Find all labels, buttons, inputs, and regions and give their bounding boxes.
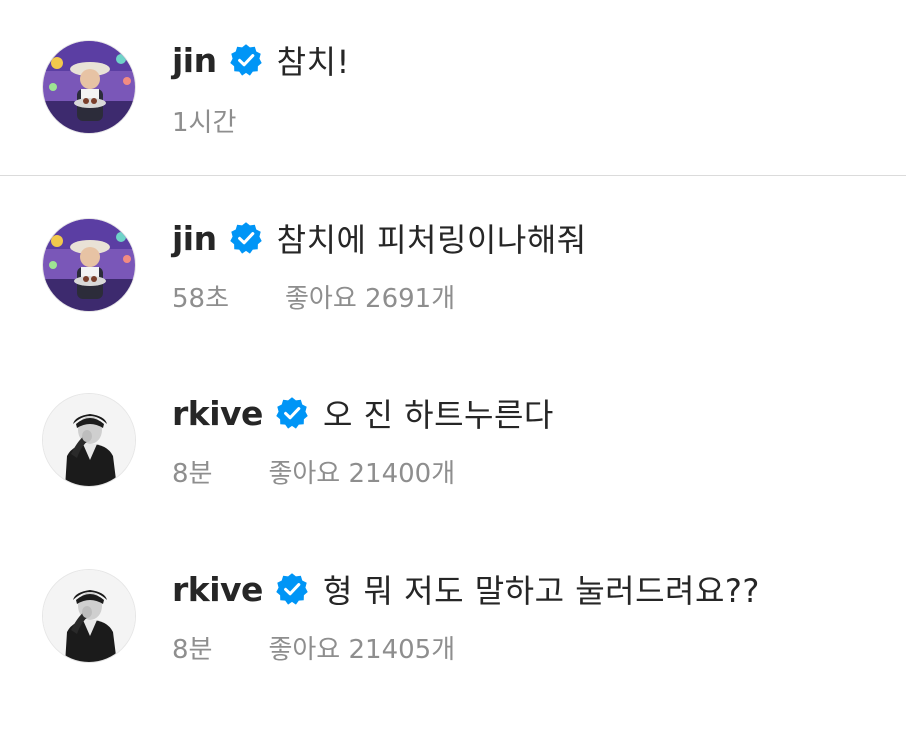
avatar-jin-image (43, 219, 135, 311)
comment-meta: 58초 좋아요 2691개 (172, 276, 455, 316)
comment-text: 오 진 하트누른다 (322, 396, 554, 434)
comment-text: 참치에 피처링이나해줘 (276, 221, 587, 259)
verified-badge-icon (275, 396, 309, 430)
verified-badge-icon (229, 43, 263, 77)
avatar-rkive[interactable] (42, 393, 136, 487)
timestamp[interactable]: 1시간 (172, 102, 236, 139)
avatar-rkive[interactable] (42, 569, 136, 663)
timestamp[interactable]: 58초 (172, 278, 229, 315)
avatar-rkive-image (43, 570, 135, 662)
comment-line: rkive 오 진 하트누른다 (172, 391, 554, 435)
comment-item: jin 참치에 피처링이나해줘 58초 좋아요 2691개 (0, 210, 906, 330)
verified-badge-icon (275, 572, 309, 606)
comment-line: rkive 형 뭐 저도 말하고 눌러드려요?? (172, 567, 760, 611)
post-caption: jin 참치! 1시간 (0, 0, 906, 176)
caption-line: jin 참치! (172, 38, 350, 82)
avatar-jin[interactable] (42, 218, 136, 312)
username[interactable]: rkive (172, 570, 263, 609)
caption-meta: 1시간 (172, 100, 236, 140)
like-count[interactable]: 좋아요 21400개 (268, 453, 455, 490)
username[interactable]: jin (172, 219, 217, 258)
timestamp[interactable]: 8분 (172, 629, 212, 666)
timestamp[interactable]: 8분 (172, 453, 212, 490)
avatar-jin[interactable] (42, 40, 136, 134)
comment-text: 형 뭐 저도 말하고 눌러드려요?? (322, 572, 760, 610)
comment-meta: 8분 좋아요 21405개 (172, 627, 455, 667)
comment-meta: 8분 좋아요 21400개 (172, 451, 455, 491)
verified-badge-icon (229, 221, 263, 255)
comment-item: rkive 형 뭐 저도 말하고 눌러드려요?? 8분 좋아요 21405개 (0, 561, 906, 681)
avatar-rkive-image (43, 394, 135, 486)
like-count[interactable]: 좋아요 2691개 (285, 278, 455, 315)
caption-text: 참치! (276, 43, 350, 81)
username[interactable]: rkive (172, 394, 263, 433)
like-count[interactable]: 좋아요 21405개 (268, 629, 455, 666)
comment-item: rkive 오 진 하트누른다 8분 좋아요 21400개 (0, 385, 906, 505)
avatar-jin-image (43, 41, 135, 133)
username[interactable]: jin (172, 41, 217, 80)
comment-line: jin 참치에 피처링이나해줘 (172, 216, 587, 260)
